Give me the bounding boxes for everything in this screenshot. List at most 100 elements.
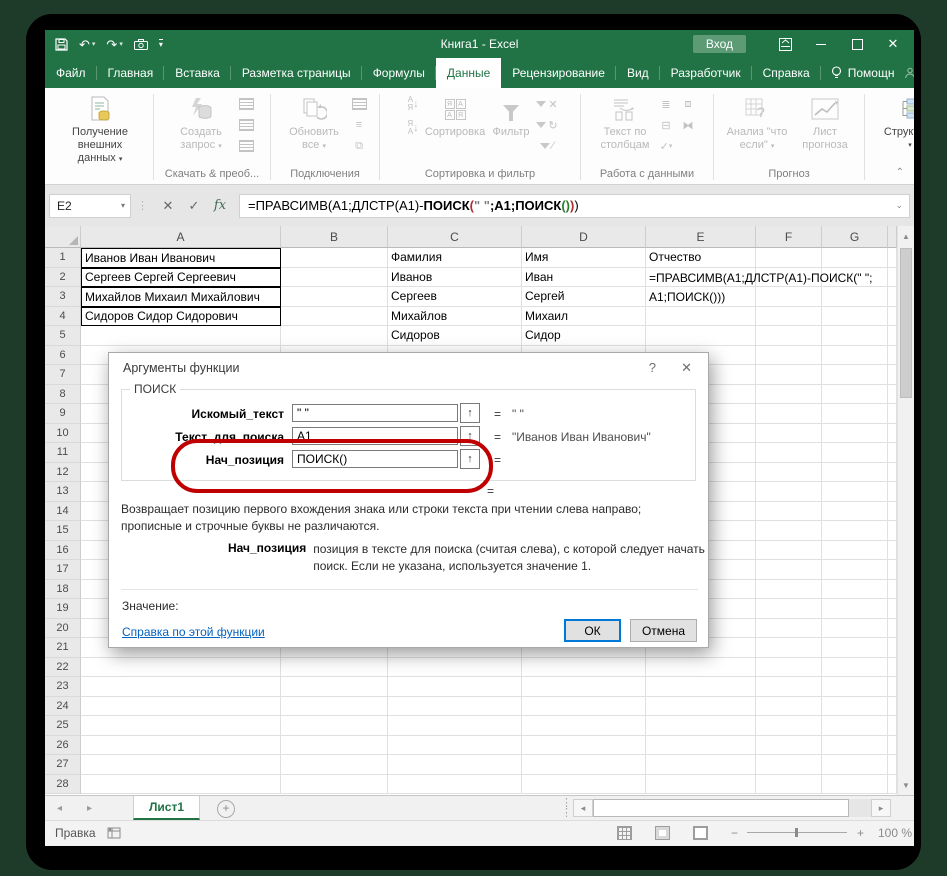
cell-F14[interactable] — [756, 502, 822, 522]
row-header-22[interactable]: 22 — [45, 658, 81, 678]
cell-B5[interactable] — [281, 326, 388, 346]
cell-partial-26[interactable] — [888, 736, 897, 756]
cell-F10[interactable] — [756, 424, 822, 444]
cell-G25[interactable] — [822, 716, 888, 736]
sort-ascending-icon[interactable]: АЯ↓ — [403, 95, 423, 113]
cell-partial-6[interactable] — [888, 346, 897, 366]
row-header-18[interactable]: 18 — [45, 580, 81, 600]
cell-F15[interactable] — [756, 521, 822, 541]
zoom-slider-thumb[interactable] — [795, 828, 798, 837]
cell-B4[interactable] — [281, 307, 388, 327]
cell-F7[interactable] — [756, 365, 822, 385]
normal-view-button[interactable] — [617, 826, 632, 840]
nach-pozitsiya-input[interactable]: ПОИСК() — [292, 450, 458, 468]
cell-G19[interactable] — [822, 599, 888, 619]
forecast-sheet-button[interactable]: Лист прогноза — [794, 92, 856, 152]
horizontal-scroll-thumb[interactable] — [593, 799, 849, 817]
cell-G16[interactable] — [822, 541, 888, 561]
cell-B22[interactable] — [281, 658, 388, 678]
new-sheet-button[interactable]: + — [217, 800, 235, 818]
cell-G6[interactable] — [822, 346, 888, 366]
row-header-10[interactable]: 10 — [45, 424, 81, 444]
cell-E24[interactable] — [646, 697, 756, 717]
sign-in-button[interactable]: Вход — [693, 35, 746, 53]
cell-G27[interactable] — [822, 755, 888, 775]
cell-D23[interactable] — [522, 677, 646, 697]
cell-C22[interactable] — [388, 658, 522, 678]
cell-D26[interactable] — [522, 736, 646, 756]
cell-F26[interactable] — [756, 736, 822, 756]
vertical-scroll-thumb[interactable] — [900, 248, 912, 398]
cell-C3[interactable]: Сергеев — [388, 287, 522, 307]
tab-developer[interactable]: Разработчик — [660, 58, 752, 88]
cell-D25[interactable] — [522, 716, 646, 736]
row-header-3[interactable]: 3 — [45, 287, 81, 307]
cell-B27[interactable] — [281, 755, 388, 775]
cell-D22[interactable] — [522, 658, 646, 678]
insert-function-button[interactable]: fx — [207, 198, 233, 213]
recent-sources-icon[interactable] — [236, 137, 256, 155]
cell-G26[interactable] — [822, 736, 888, 756]
consolidate-icon[interactable]: ⧈ — [678, 95, 698, 113]
row-header-25[interactable]: 25 — [45, 716, 81, 736]
cell-B25[interactable] — [281, 716, 388, 736]
save-icon[interactable] — [55, 38, 68, 51]
cell-partial-1[interactable] — [888, 248, 897, 268]
data-validation-icon[interactable]: ✓▾ — [656, 137, 676, 155]
relationships-icon[interactable]: ⧓ — [678, 116, 698, 134]
row-header-12[interactable]: 12 — [45, 463, 81, 483]
tab-data[interactable]: Данные — [436, 58, 501, 88]
scroll-down-icon[interactable]: ▼ — [898, 775, 914, 795]
zoom-out-button[interactable]: − — [731, 826, 738, 840]
cell-A27[interactable] — [81, 755, 281, 775]
row-header-13[interactable]: 13 — [45, 482, 81, 502]
tab-scrollbar-splitter[interactable]: ⋮⋮ — [561, 798, 572, 818]
vertical-scrollbar[interactable]: ▲ ▼ — [897, 226, 914, 795]
cell-F8[interactable] — [756, 385, 822, 405]
sheet-nav-right-icon[interactable]: ▸ — [87, 796, 92, 820]
cell-C4[interactable]: Михайлов — [388, 307, 522, 327]
advanced-filter-icon[interactable]: ∕ — [537, 137, 557, 155]
row-header-11[interactable]: 11 — [45, 443, 81, 463]
cell-G20[interactable] — [822, 619, 888, 639]
select-all-corner[interactable] — [45, 226, 81, 248]
tab-review[interactable]: Рецензирование — [501, 58, 616, 88]
cell-partial-19[interactable] — [888, 599, 897, 619]
cell-F1[interactable] — [756, 248, 822, 268]
undo-button[interactable]: ↶▾ — [79, 38, 95, 51]
function-help-link[interactable]: Справка по этой функции — [122, 625, 265, 639]
cell-G14[interactable] — [822, 502, 888, 522]
cancel-button[interactable]: Отмена — [630, 619, 697, 642]
cell-G24[interactable] — [822, 697, 888, 717]
cell-partial-13[interactable] — [888, 482, 897, 502]
cell-partial-16[interactable] — [888, 541, 897, 561]
cell-G15[interactable] — [822, 521, 888, 541]
cell-C1[interactable]: Фамилия — [388, 248, 522, 268]
cell-F4[interactable] — [756, 307, 822, 327]
cell-C2[interactable]: Иванов — [388, 268, 522, 288]
filter-button[interactable]: Фильтр — [487, 92, 535, 139]
cell-G8[interactable] — [822, 385, 888, 405]
cell-D3[interactable]: Сергей — [522, 287, 646, 307]
connections-icon[interactable] — [349, 95, 369, 113]
cell-A22[interactable] — [81, 658, 281, 678]
row-header-1[interactable]: 1 — [45, 248, 81, 268]
minimize-button[interactable] — [806, 30, 836, 58]
cell-G28[interactable] — [822, 775, 888, 795]
row-header-23[interactable]: 23 — [45, 677, 81, 697]
redo-button[interactable]: ↷▾ — [106, 38, 122, 51]
show-queries-icon[interactable] — [236, 95, 256, 113]
row-header-5[interactable]: 5 — [45, 326, 81, 346]
cell-A26[interactable] — [81, 736, 281, 756]
cell-B28[interactable] — [281, 775, 388, 795]
row-header-27[interactable]: 27 — [45, 755, 81, 775]
cell-F19[interactable] — [756, 599, 822, 619]
cell-F18[interactable] — [756, 580, 822, 600]
cell-A1[interactable]: Иванов Иван Иванович — [81, 248, 281, 268]
collapse-ribbon-icon[interactable]: ⌃ — [896, 167, 904, 178]
cell-A24[interactable] — [81, 697, 281, 717]
row-header-6[interactable]: 6 — [45, 346, 81, 366]
cell-D28[interactable] — [522, 775, 646, 795]
refresh-all-button[interactable]: Обновить все ▾ — [281, 92, 347, 153]
row-header-16[interactable]: 16 — [45, 541, 81, 561]
